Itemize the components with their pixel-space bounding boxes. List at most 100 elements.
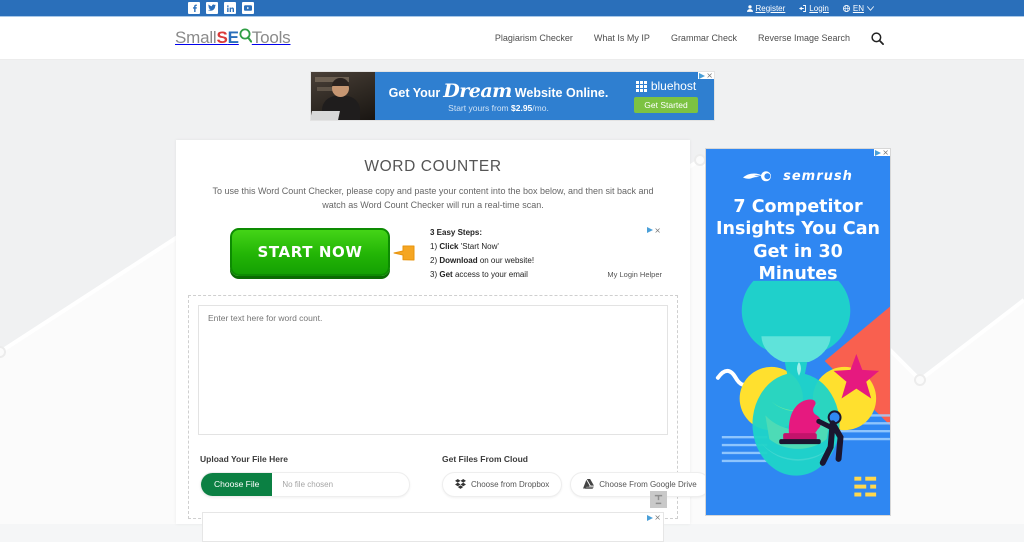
step-1-rest: 'Start Now': [460, 241, 499, 251]
upload-label: Upload Your File Here: [200, 453, 289, 464]
inline-ad-steps: 3 Easy Steps: 1) Click 'Start Now' 2) Do…: [430, 226, 534, 282]
logo-text-small: Small: [175, 28, 217, 47]
choose-file-button[interactable]: Choose File: [201, 472, 273, 496]
nav-item-reverse-image-search[interactable]: Reverse Image Search: [758, 33, 850, 43]
banner-adchoices[interactable]: ×: [698, 72, 714, 80]
banner-line2-prefix: Start yours from: [448, 102, 509, 113]
language-selector[interactable]: EN: [842, 3, 874, 13]
google-drive-icon: [583, 479, 595, 490]
file-input-control[interactable]: Choose File No file chosen: [200, 471, 410, 497]
sidebar-advertisement[interactable]: × semrush 7 Competitor Insights You Can …: [705, 148, 891, 516]
close-icon[interactable]: ×: [882, 149, 889, 157]
banner-line1-prefix: Get Your: [388, 85, 441, 100]
step-2: 2) Download on our website!: [430, 254, 534, 268]
upload-row: Upload Your File Here Choose File No fil…: [198, 454, 710, 509]
login-label: Login: [809, 3, 829, 13]
page-title: WORD COUNTER: [364, 158, 502, 175]
step-2-bold: Download: [439, 255, 478, 265]
logo-magnifier-icon: [239, 28, 252, 43]
language-label: EN: [852, 3, 864, 13]
step-3-rest: access to your email: [454, 269, 528, 279]
logo-letter-s: S: [216, 28, 228, 47]
user-icon: [746, 4, 753, 12]
step-3: 3) Get access to your email: [430, 268, 534, 282]
banner-ad-brand-area: bluehost Get Started: [618, 72, 714, 120]
top-utility-bar: Register Login EN: [0, 0, 1024, 17]
word-count-textarea[interactable]: [198, 304, 668, 435]
step-1-bold: Click: [439, 241, 459, 251]
adchoices-icon[interactable]: [647, 227, 654, 234]
bottom-advertisement[interactable]: ×: [202, 512, 664, 542]
inline-adchoices[interactable]: ×: [646, 226, 662, 234]
adchoices-icon[interactable]: [647, 514, 654, 521]
bottom-adchoices[interactable]: ×: [646, 514, 662, 522]
login-icon: [799, 4, 807, 12]
site-logo[interactable]: Small S E Tools: [175, 28, 291, 48]
facebook-icon[interactable]: [188, 2, 200, 14]
banner-line2-suffix: /mo.: [532, 102, 549, 113]
close-icon[interactable]: ×: [654, 226, 661, 234]
site-header: Small S E Tools Plagiarism Checker What Is …: [0, 17, 1024, 60]
dropbox-label: Choose from Dropbox: [471, 479, 550, 489]
hourglass-illustration: [715, 280, 890, 497]
register-link[interactable]: Register: [746, 3, 786, 13]
editor-dashed-container: Upload Your File Here Choose File No fil…: [188, 294, 710, 519]
banner-line1-script: Dream: [443, 79, 512, 102]
chevron-down-icon: [867, 5, 874, 11]
youtube-icon[interactable]: [242, 2, 254, 14]
banner-brand-name: bluehost: [650, 79, 697, 93]
nav-item-plagiarism-checker[interactable]: Plagiarism Checker: [495, 33, 573, 43]
inline-ad-advertiser[interactable]: My Login Helper: [607, 270, 662, 279]
login-link[interactable]: Login: [799, 4, 829, 13]
upload-column: Upload Your File Here Choose File No fil…: [200, 454, 410, 497]
semrush-logo: semrush: [706, 169, 890, 184]
start-now-ad-graphic[interactable]: START NOW: [230, 227, 415, 280]
word-counter-card: WORD COUNTER To use this Word Count Chec…: [176, 140, 710, 524]
resize-handle-icon[interactable]: [650, 490, 667, 508]
register-label: Register: [755, 3, 786, 13]
banner-cta-button[interactable]: Get Started: [634, 97, 698, 113]
step-2-number: 2): [430, 255, 438, 265]
logo-text-tools: Tools: [251, 28, 291, 47]
step-2-rest: on our website!: [479, 255, 535, 265]
search-icon[interactable]: [871, 31, 884, 45]
inline-advertisement[interactable]: START NOW 3 Easy Steps: 1) Click 'Start …: [202, 223, 664, 285]
globe-icon: [842, 4, 850, 12]
arrow-left-icon: [393, 245, 415, 261]
sidebar-adchoices[interactable]: ×: [874, 149, 890, 157]
choose-from-dropbox-button[interactable]: Choose from Dropbox: [442, 471, 563, 497]
nav-item-what-is-my-ip[interactable]: What Is My IP: [594, 33, 650, 43]
banner-advertisement[interactable]: Get Your Dream Website Online. Start you…: [311, 72, 714, 120]
main-nav: Plagiarism Checker What Is My IP Grammar…: [495, 31, 884, 45]
start-now-button[interactable]: START NOW: [230, 227, 390, 276]
bluehost-logo-icon: [635, 80, 647, 92]
adchoices-icon[interactable]: [875, 149, 882, 156]
steps-heading: 3 Easy Steps:: [430, 227, 483, 237]
semrush-flame-icon: [743, 171, 772, 182]
cloud-label: Get Files From Cloud: [442, 453, 528, 464]
top-account-links: Register Login EN: [746, 3, 874, 13]
close-icon[interactable]: ×: [654, 514, 661, 522]
banner-line2-price: $2.95: [511, 102, 533, 113]
social-links: [188, 2, 254, 14]
gdrive-label: Choose From Google Drive: [599, 479, 697, 489]
step-1-number: 1): [430, 241, 438, 251]
nav-item-grammar-check[interactable]: Grammar Check: [671, 33, 737, 43]
cloud-column: Get Files From Cloud Choose from Dropbox: [442, 454, 710, 497]
adchoices-icon[interactable]: [699, 72, 706, 79]
file-name-label: No file chosen: [282, 479, 334, 489]
twitter-icon[interactable]: [206, 2, 218, 14]
logo-letter-e: E: [227, 28, 239, 47]
banner-ad-copy: Get Your Dream Website Online. Start you…: [375, 72, 618, 120]
page-description: To use this Word Count Checker, please c…: [212, 186, 654, 210]
step-3-number: 3): [430, 269, 438, 279]
close-icon[interactable]: ×: [706, 72, 713, 80]
linkedin-icon[interactable]: [224, 2, 236, 14]
choose-from-google-drive-button[interactable]: Choose From Google Drive: [570, 471, 710, 497]
step-1: 1) Click 'Start Now': [430, 240, 534, 254]
semrush-wordmark: semrush: [783, 169, 853, 184]
step-3-bold: Get: [439, 269, 453, 279]
dropbox-icon: [455, 479, 466, 490]
banner-ad-photo: [311, 72, 375, 120]
banner-line1-suffix: Website Online.: [514, 85, 609, 100]
